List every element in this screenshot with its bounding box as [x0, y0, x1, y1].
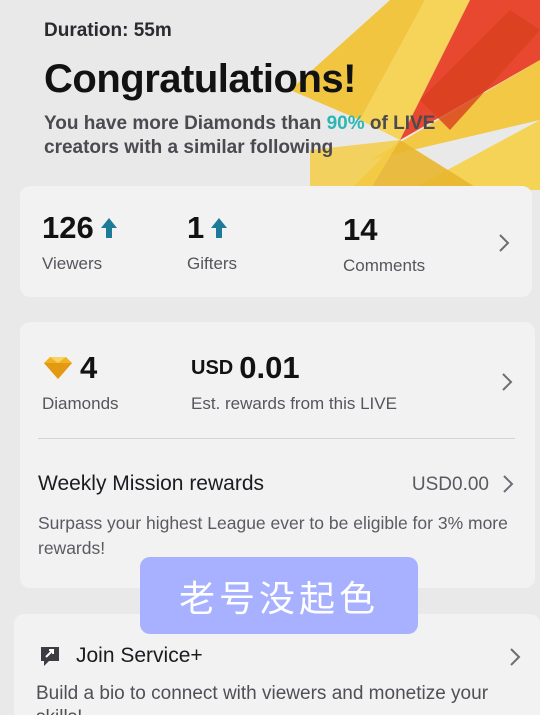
- viewers-stat: 126 Viewers: [42, 210, 118, 274]
- weekly-mission-amount: USD0.00: [411, 474, 489, 495]
- gifters-stat: 1 Gifters: [187, 210, 237, 274]
- live-stats-card[interactable]: 126 Viewers 1 Gifters 14 Comments: [20, 186, 532, 297]
- service-plus-icon: [41, 647, 59, 666]
- weekly-mission-description: Surpass your highest League ever to be e…: [38, 513, 508, 558]
- duration-text: Duration: 55m: [44, 20, 172, 41]
- comments-label: Comments: [343, 256, 426, 275]
- rewards-card: 4 Diamonds USD 0.01 Est. rewards from th…: [20, 322, 535, 588]
- chevron-right-icon[interactable]: [501, 474, 515, 494]
- subtitle: You have more Diamonds than 90% of LIVE …: [44, 112, 504, 160]
- arrow-up-icon: [211, 218, 228, 238]
- gifters-label: Gifters: [187, 254, 238, 273]
- subtitle-percentage: 90%: [326, 113, 365, 134]
- service-title: Join Service+: [76, 644, 203, 667]
- diamonds-value: 4: [80, 350, 98, 385]
- usd-label: Est. rewards from this LIVE: [191, 394, 397, 413]
- service-description: Build a bio to connect with viewers and …: [36, 683, 489, 715]
- viewers-label: Viewers: [42, 254, 103, 273]
- viewers-value: 126: [42, 210, 94, 245]
- usd-rewards-stat[interactable]: USD 0.01 Est. rewards from this LIVE: [191, 350, 397, 414]
- chevron-right-icon[interactable]: [497, 233, 511, 253]
- chevron-right-icon[interactable]: [508, 647, 522, 667]
- gifters-value: 1: [187, 210, 205, 245]
- overlay-caption: 老号没起色: [140, 557, 418, 634]
- service-header: Join Service+: [38, 644, 203, 668]
- subtitle-before: You have more Diamonds than: [44, 113, 327, 134]
- divider: [38, 438, 515, 439]
- diamonds-stat[interactable]: 4 Diamonds: [42, 350, 119, 414]
- usd-value: 0.01: [239, 350, 300, 385]
- arrow-up-icon: [100, 218, 117, 238]
- usd-currency: USD: [191, 356, 234, 379]
- diamond-icon: [44, 357, 72, 379]
- chevron-right-icon[interactable]: [500, 372, 514, 392]
- weekly-mission-title[interactable]: Weekly Mission rewards: [38, 472, 264, 496]
- comments-value: 14: [343, 212, 378, 247]
- diamonds-label: Diamonds: [42, 394, 119, 413]
- header: Duration: 55m Congratulations! You have …: [44, 20, 514, 160]
- comments-stat: 14 Comments: [343, 212, 425, 276]
- page-title: Congratulations!: [44, 57, 356, 101]
